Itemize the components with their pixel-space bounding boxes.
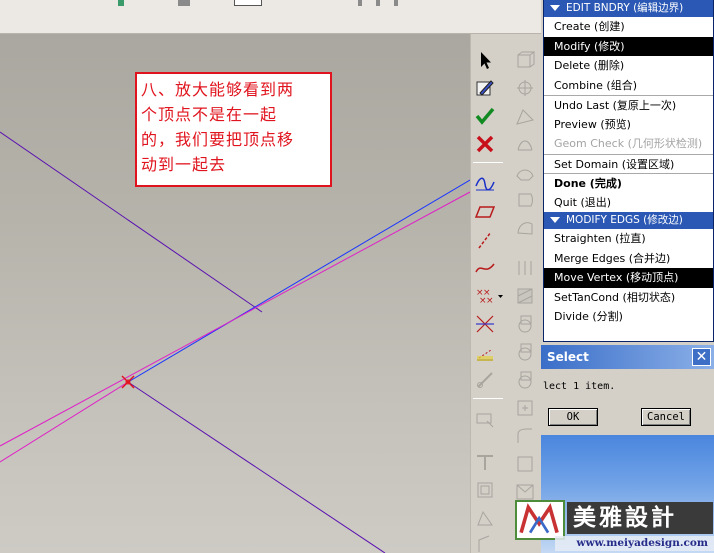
toolbar-fragment-icon: [178, 0, 190, 6]
dashed-line-icon[interactable]: [473, 228, 497, 252]
toolbar-fragment-icon: [376, 0, 380, 6]
disabled-tool-icon: [473, 478, 497, 502]
menu-header-modify-edgs[interactable]: MODIFY EDGS (修改边): [544, 212, 713, 229]
disabled-surface-icon: [513, 256, 537, 280]
checkmark-icon[interactable]: [473, 104, 497, 128]
disabled-surface-icon: [513, 160, 537, 184]
disabled-tool-icon: [473, 450, 497, 474]
collapse-triangle-icon: [550, 217, 560, 223]
collapse-triangle-icon: [550, 5, 560, 11]
disabled-surface-icon: [513, 396, 537, 420]
brand-url: www.meiyadesign.com: [555, 536, 714, 551]
disabled-surface-icon: [513, 284, 537, 308]
cross-lines-icon[interactable]: [473, 312, 497, 336]
menu-item-create[interactable]: Create (创建): [544, 17, 713, 37]
purple-curve-lower: [127, 381, 386, 553]
toolbar-fragment-icon: [358, 0, 362, 6]
menu-edit-bndry-items: Create (创建) Modify (修改) Delete (删除) Comb…: [544, 17, 713, 212]
top-toolbar-strip: [0, 0, 541, 34]
menu-item-modify[interactable]: Modify (修改): [544, 36, 713, 56]
disabled-surface-icon: [513, 48, 537, 72]
edit-pencil-icon[interactable]: [473, 76, 497, 100]
select-dialog-message: lect 1 item.: [543, 381, 616, 392]
cancel-button[interactable]: Cancel: [641, 408, 691, 426]
brand-name: 美雅設計: [567, 502, 713, 534]
disabled-surface-icon: [513, 452, 537, 476]
toolbar-fragment-field[interactable]: [234, 0, 262, 6]
disabled-surface-icon: [513, 76, 537, 100]
magenta-edge-b: [0, 381, 129, 463]
tool-palette: × × × ×: [470, 34, 541, 553]
disabled-surface-icon: [513, 132, 537, 156]
instruction-callout: 八、放大能够看到两 个顶点不是在一起 的，我们要把顶点移 动到一起去: [135, 72, 332, 187]
menu-item-combine[interactable]: Combine (组合): [544, 76, 713, 96]
pointer-arrow-icon[interactable]: [473, 48, 497, 72]
menu-item-move-vertex[interactable]: Move Vertex (移动顶点): [544, 268, 713, 288]
curve-wave-icon[interactable]: [473, 172, 497, 196]
menu-modify-edgs-items: Straighten (拉直) Merge Edges (合并边) Move V…: [544, 229, 713, 327]
points-dropdown-icon[interactable]: × × × ×: [473, 284, 507, 308]
parallelogram-icon[interactable]: [473, 200, 497, 224]
menu-item-done[interactable]: Done (完成): [544, 173, 713, 193]
brand-mark-icon: [515, 500, 565, 540]
menu-item-divide[interactable]: Divide (分割): [544, 307, 713, 327]
disabled-surface-icon: [513, 216, 537, 240]
disabled-tool-icon: [473, 532, 497, 553]
menu-item-set-domain[interactable]: Set Domain (设置区域): [544, 153, 713, 174]
disabled-tool-icon: [473, 506, 497, 530]
menu-item-quit[interactable]: Quit (退出): [544, 193, 713, 213]
select-dialog-title: Select: [547, 350, 589, 364]
toolbar-fragment-icon: [118, 0, 124, 6]
ok-button[interactable]: OK: [548, 408, 598, 426]
toolbar-fragment-icon: [394, 0, 398, 6]
menu-item-straighten[interactable]: Straighten (拉直): [544, 229, 713, 249]
vertex-marker: [121, 375, 135, 389]
blue-edge: [127, 179, 470, 383]
graphics-viewport[interactable]: 八、放大能够看到两 个顶点不是在一起 的，我们要把顶点移 动到一起去: [0, 34, 470, 553]
disabled-surface-icon: [513, 312, 537, 336]
menu-item-geom-check: Geom Check (几何形状检测): [554, 137, 703, 150]
disabled-tool-icon: [473, 368, 497, 392]
separator: [473, 162, 503, 163]
disabled-surface-icon: [513, 368, 537, 392]
menu-item-preview[interactable]: Preview (预览): [544, 115, 713, 135]
select-dialog: Select ✕ lect 1 item. OK Cancel: [541, 345, 714, 435]
separator: [473, 398, 503, 399]
menu-manager-panel: EDIT BNDRY (编辑边界) Create (创建) Modify (修改…: [543, 0, 714, 342]
menu-item-settancond[interactable]: SetTanCond (相切状态): [544, 288, 713, 308]
menu-item-delete[interactable]: Delete (删除): [544, 56, 713, 76]
spline-icon[interactable]: [473, 256, 497, 280]
menu-header-edit-bndry[interactable]: EDIT BNDRY (编辑边界): [544, 0, 713, 17]
menu-item-merge-edges[interactable]: Merge Edges (合并边): [544, 249, 713, 269]
disabled-surface-icon: [513, 188, 537, 212]
disabled-tool-icon: [473, 408, 497, 432]
close-icon[interactable]: ✕: [692, 348, 711, 366]
disabled-surface-icon: [513, 424, 537, 448]
select-dialog-titlebar: Select ✕: [541, 345, 714, 369]
svg-text:×: ×: [486, 296, 494, 306]
measure-points-icon[interactable]: [473, 340, 497, 364]
magenta-edge-a: [0, 191, 470, 447]
watermark-logo: 美雅設計 www.meiyadesign.com: [515, 500, 714, 553]
disabled-surface-icon: [513, 340, 537, 364]
disabled-surface-icon: [513, 104, 537, 128]
menu-item-undo-last[interactable]: Undo Last (复原上一次): [544, 95, 713, 115]
cancel-x-icon[interactable]: [473, 132, 497, 156]
